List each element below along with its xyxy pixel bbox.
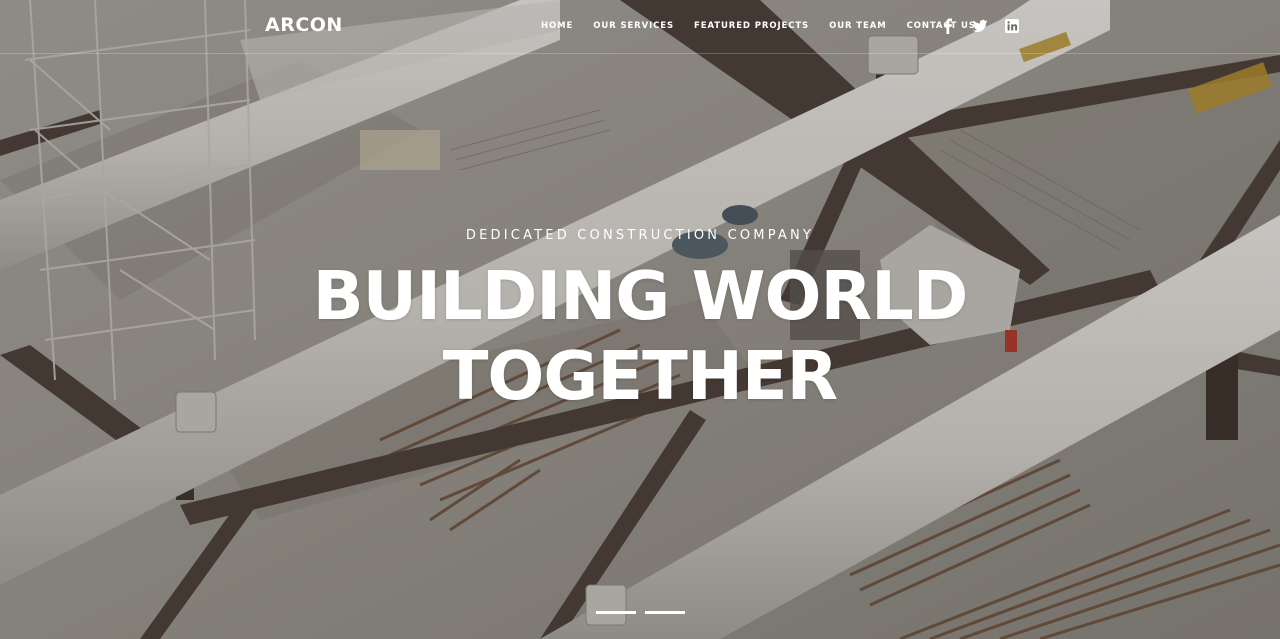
nav-link-home[interactable]: HOME <box>541 21 573 31</box>
hero-title-line-2: TOGETHER <box>442 337 839 415</box>
main-nav: HOME OUR SERVICES FEATURED PROJECTS OUR … <box>541 21 996 31</box>
linkedin-icon[interactable] <box>1004 18 1020 34</box>
nav-link-our-team[interactable]: OUR TEAM <box>829 21 886 31</box>
nav-link-our-services[interactable]: OUR SERVICES <box>593 21 674 31</box>
logo[interactable]: ARCON <box>265 14 343 36</box>
slide-dot-2[interactable] <box>645 611 685 614</box>
nav-link-featured-projects[interactable]: FEATURED PROJECTS <box>694 21 809 31</box>
slider-pagination <box>596 611 685 614</box>
hero-title: BUILDING WORLD TOGETHER <box>0 256 1280 416</box>
hero-title-line-1: BUILDING WORLD <box>312 257 969 335</box>
slide-dot-1[interactable] <box>596 611 636 614</box>
site-header: ARCON HOME OUR SERVICES FEATURED PROJECT… <box>0 0 1280 54</box>
social-links <box>940 18 1020 34</box>
twitter-icon[interactable] <box>972 18 988 34</box>
hero-subtitle: DEDICATED CONSTRUCTION COMPANY <box>465 228 815 243</box>
facebook-icon[interactable] <box>940 18 956 34</box>
